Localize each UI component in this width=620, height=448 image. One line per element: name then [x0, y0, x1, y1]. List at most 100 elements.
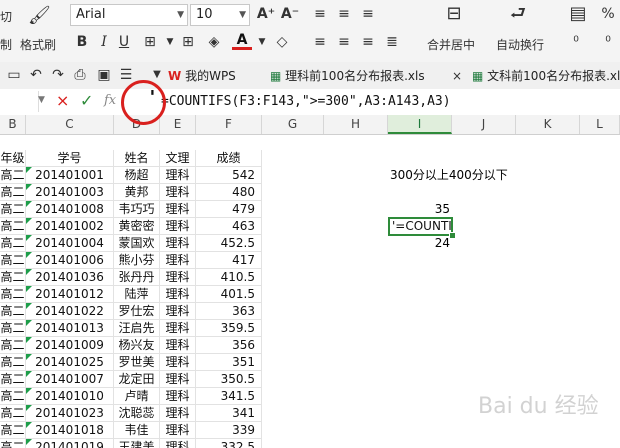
- cell-name[interactable]: 蒙国欢: [114, 235, 160, 252]
- cell-score[interactable]: 356: [196, 337, 262, 354]
- cell-name[interactable]: 黄邦: [114, 184, 160, 201]
- cell-track[interactable]: 理科: [160, 235, 196, 252]
- cell-id[interactable]: 201401003: [26, 184, 114, 201]
- cell-id[interactable]: 201401007: [26, 371, 114, 388]
- print-icon[interactable]: ⎙: [70, 65, 90, 85]
- tab-my-wps[interactable]: W 我的WPS: [168, 65, 236, 87]
- number-format-icon[interactable]: ▤: [568, 4, 588, 24]
- cell-grade[interactable]: 高二: [0, 303, 26, 320]
- decimal-decrease-icon[interactable]: ⁰: [598, 32, 618, 52]
- cell-name[interactable]: 沈聪蕊: [114, 405, 160, 422]
- cell-score[interactable]: 463: [196, 218, 262, 235]
- align-right-icon[interactable]: ≡: [358, 32, 378, 52]
- cell-name[interactable]: 黄密密: [114, 218, 160, 235]
- formula-input[interactable]: ' =COUNTIFS(F3:F143,">=300",A3:A143,A3): [137, 87, 620, 115]
- decimal-icon[interactable]: ⁰: [566, 32, 586, 52]
- cell-name[interactable]: 杨兴友: [114, 337, 160, 354]
- cell-track[interactable]: 理科: [160, 218, 196, 235]
- align-top-icon[interactable]: ≡: [310, 4, 330, 24]
- cell-name-header[interactable]: 姓名: [114, 150, 160, 167]
- cell-grade[interactable]: 高二: [0, 184, 26, 201]
- cell-score[interactable]: 479: [196, 201, 262, 218]
- cell-name[interactable]: 罗世美: [114, 354, 160, 371]
- cell-id[interactable]: 201401019: [26, 439, 114, 448]
- cut-label[interactable]: 切: [0, 8, 12, 25]
- cell-track[interactable]: 理科: [160, 337, 196, 354]
- cell-grade[interactable]: 高二: [0, 388, 26, 405]
- cell-border-icon[interactable]: ⊞: [178, 32, 198, 52]
- cell-id[interactable]: 201401002: [26, 218, 114, 235]
- cell-id[interactable]: 201401013: [26, 320, 114, 337]
- font-size-select[interactable]: 10 ▼: [190, 4, 250, 26]
- cell-id[interactable]: 201401006: [26, 252, 114, 269]
- close-tab-icon[interactable]: ×: [452, 65, 462, 87]
- cancel-icon[interactable]: ×: [56, 91, 69, 110]
- cell-grade[interactable]: 高二: [0, 422, 26, 439]
- cell-id[interactable]: 201401004: [26, 235, 114, 252]
- cell-track[interactable]: 理科: [160, 388, 196, 405]
- column-header-j[interactable]: J: [452, 115, 516, 134]
- cell-track[interactable]: 理科: [160, 439, 196, 448]
- align-left-icon[interactable]: ≡: [310, 32, 330, 52]
- cell-id-header[interactable]: 学号: [26, 150, 114, 167]
- justify-icon[interactable]: ≣: [382, 32, 402, 52]
- format-painter-icon[interactable]: 🖌: [28, 6, 51, 26]
- cell-grade[interactable]: 高二: [0, 286, 26, 303]
- range-title[interactable]: 300分以上400分以下: [390, 167, 518, 184]
- column-header-g[interactable]: G: [262, 115, 324, 134]
- copy-label[interactable]: 制: [0, 36, 12, 53]
- cell-track-header[interactable]: 文理: [160, 150, 196, 167]
- cell-id[interactable]: 201401018: [26, 422, 114, 439]
- chevron-down-icon[interactable]: ▼: [160, 32, 180, 52]
- undo-icon[interactable]: ↶: [26, 65, 46, 85]
- underline-button[interactable]: U: [114, 32, 134, 52]
- wrap-text-label[interactable]: 自动换行: [496, 36, 544, 53]
- cell-grade[interactable]: 高二: [0, 252, 26, 269]
- redo-icon[interactable]: ↷: [48, 65, 68, 85]
- cell-name[interactable]: 汪启先: [114, 320, 160, 337]
- chevron-down-icon[interactable]: ▼: [252, 32, 272, 52]
- cell-id[interactable]: 201401023: [26, 405, 114, 422]
- cell-score[interactable]: 363: [196, 303, 262, 320]
- column-header-l[interactable]: L: [580, 115, 620, 134]
- format-painter-label[interactable]: 格式刷: [20, 36, 56, 53]
- column-header-c[interactable]: C: [26, 115, 114, 134]
- cell-track[interactable]: 理科: [160, 371, 196, 388]
- count-result-2[interactable]: 24: [388, 235, 450, 252]
- cell-score[interactable]: 417: [196, 252, 262, 269]
- tab-arts-report[interactable]: ▦ 文科前100名分布报表.xls: [472, 65, 620, 87]
- cell-grade[interactable]: 高二: [0, 218, 26, 235]
- cell-score[interactable]: 480: [196, 184, 262, 201]
- increase-font-button[interactable]: A⁺: [256, 4, 276, 24]
- cell-id[interactable]: 201401012: [26, 286, 114, 303]
- preview-icon[interactable]: ▣: [94, 65, 114, 85]
- cell-grade[interactable]: 高二: [0, 235, 26, 252]
- cell-track[interactable]: 理科: [160, 422, 196, 439]
- cell-grade-header[interactable]: 年级: [0, 150, 26, 167]
- cell-grade[interactable]: 高二: [0, 337, 26, 354]
- cell-id[interactable]: 201401025: [26, 354, 114, 371]
- cell-score[interactable]: 341: [196, 405, 262, 422]
- decrease-font-button[interactable]: A⁻: [280, 4, 300, 24]
- cell-id[interactable]: 201401001: [26, 167, 114, 184]
- cell-score[interactable]: 341.5: [196, 388, 262, 405]
- cell-score[interactable]: 410.5: [196, 269, 262, 286]
- font-color-button[interactable]: A: [232, 30, 252, 50]
- cell-score[interactable]: 332.5: [196, 439, 262, 448]
- cell-grade[interactable]: 高二: [0, 371, 26, 388]
- column-header-k[interactable]: K: [516, 115, 580, 134]
- borders-icon[interactable]: ⊞: [140, 32, 160, 52]
- font-name-select[interactable]: Arial ▼: [70, 4, 188, 26]
- cell-name[interactable]: 杨超: [114, 167, 160, 184]
- column-header-i[interactable]: I: [388, 115, 452, 134]
- column-header-f[interactable]: F: [196, 115, 262, 134]
- fx-icon[interactable]: fx: [104, 93, 116, 108]
- cell-name[interactable]: 王建美: [114, 439, 160, 448]
- cell-track[interactable]: 理科: [160, 167, 196, 184]
- column-header-b[interactable]: B: [0, 115, 26, 134]
- cell-id[interactable]: 201401036: [26, 269, 114, 286]
- align-center-icon[interactable]: ≡: [334, 32, 354, 52]
- cell-track[interactable]: 理科: [160, 405, 196, 422]
- cell-grade[interactable]: 高二: [0, 269, 26, 286]
- column-header-e[interactable]: E: [160, 115, 196, 134]
